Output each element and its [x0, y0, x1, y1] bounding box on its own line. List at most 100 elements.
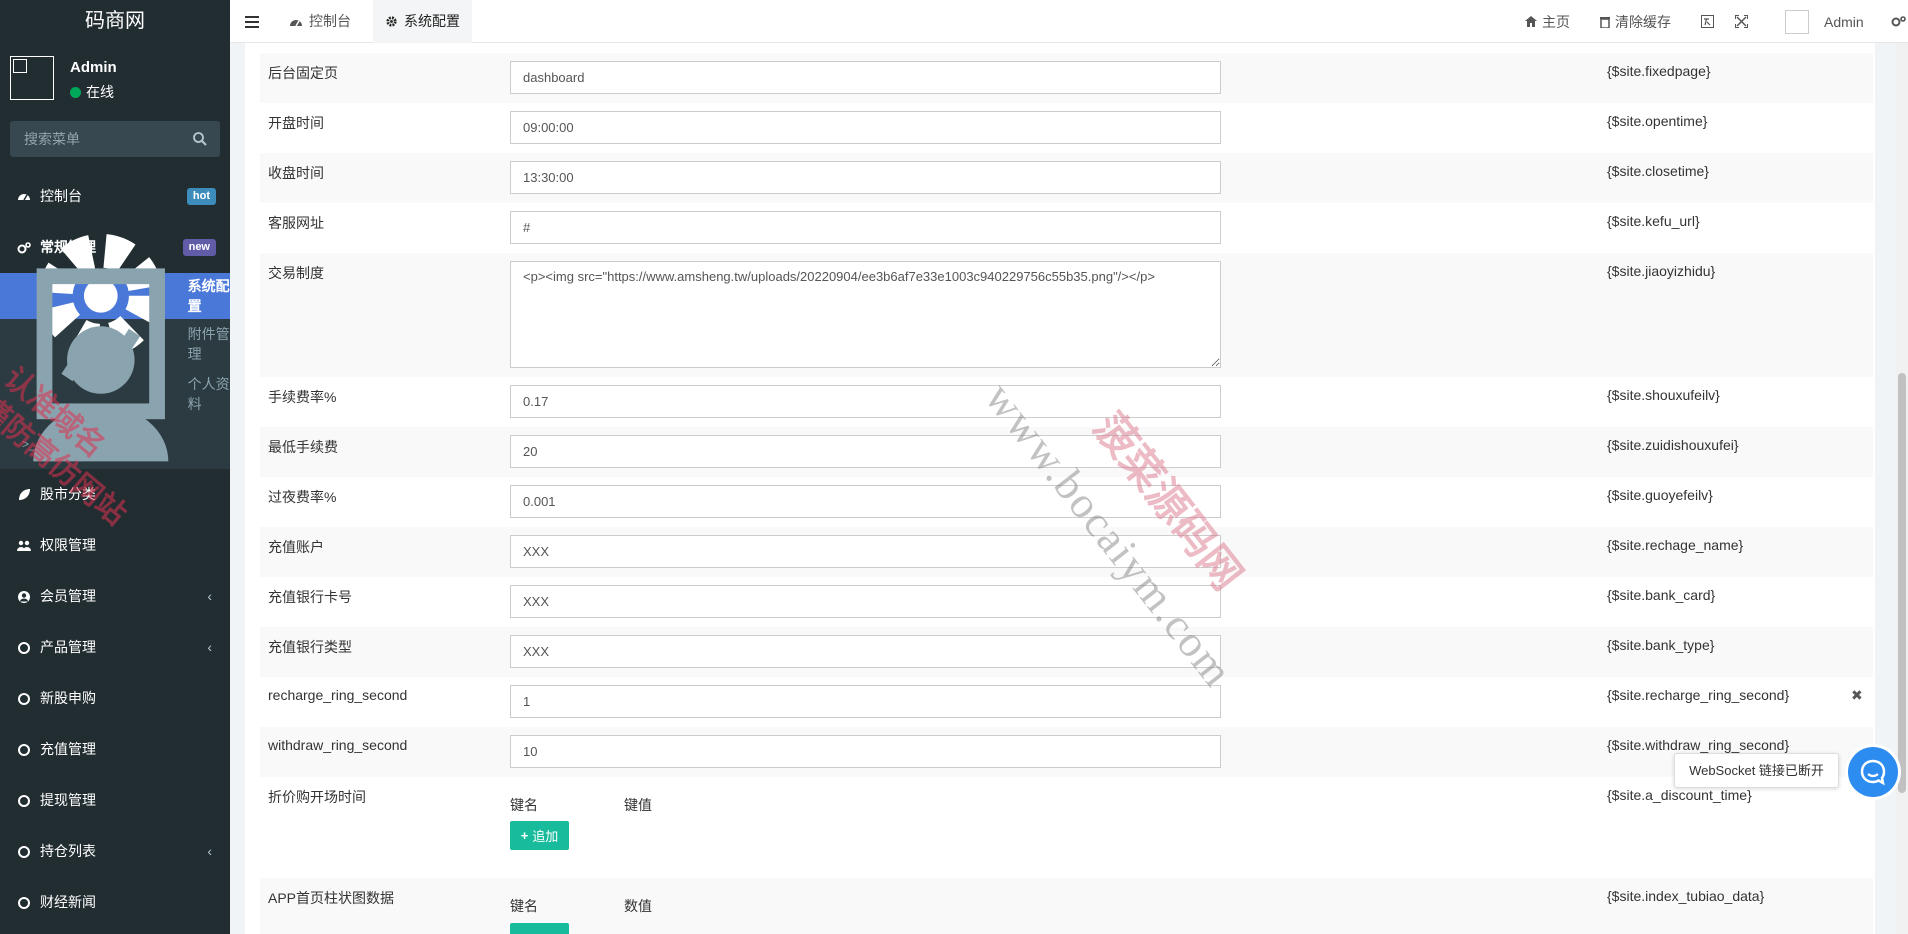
sidebar-item-label: 会员管理 — [40, 588, 96, 604]
sidebar-menu: 控制台 hot 常规管理 new 系统配置 附件管理 个人资料 >_ 在线命令管… — [0, 171, 230, 928]
terminal-icon: >_ — [22, 437, 36, 451]
sidebar-subitem-label: 个人资料 — [187, 376, 230, 412]
sidebar-item-profile[interactable]: 个人资料 — [0, 326, 230, 462]
bank-type-input[interactable] — [510, 635, 1221, 668]
config-table: 后台固定页 {$site.fixedpage} 开盘时间 {$site.open… — [260, 53, 1873, 934]
field-label: 客服网址 — [268, 215, 324, 231]
delete-icon[interactable]: ✖ — [1851, 687, 1863, 704]
field-key: {$site.guoyefeilv} — [1607, 487, 1713, 503]
sidebar-item-dashboard[interactable]: 控制台 hot — [0, 171, 230, 222]
field-label: 充值账户 — [268, 539, 324, 555]
chevron-left-icon: ‹ — [207, 843, 212, 859]
chat-button[interactable] — [1848, 747, 1898, 797]
menu-search — [10, 121, 220, 157]
add-button[interactable]: + 追加 — [510, 821, 569, 850]
avatar — [10, 56, 54, 100]
sidebar-item-withdraw[interactable]: 提现管理 — [0, 775, 230, 826]
shouxufeilv-input[interactable] — [510, 385, 1221, 418]
sidebar-item-permissions[interactable]: 权限管理 — [0, 520, 230, 571]
recharge-ring-second-input[interactable] — [510, 685, 1221, 718]
table-row: 收盘时间 {$site.closetime} — [260, 153, 1873, 203]
sidebar-item-positions[interactable]: 持仓列表 ‹ — [0, 826, 230, 877]
tab-dashboard[interactable]: 控制台 — [277, 0, 363, 43]
sidebar-item-ipo[interactable]: 新股申购 — [0, 673, 230, 724]
field-key: {$site.recharge_ring_second} — [1607, 687, 1790, 703]
top-header: 控制台 系统配置 主页 清除缓存 Admin — [230, 0, 1908, 43]
table-row: 交易制度 <p><img src="https://www.amsheng.tw… — [260, 253, 1873, 377]
field-label: 充值银行卡号 — [268, 589, 352, 605]
table-row: 后台固定页 {$site.fixedpage} — [260, 53, 1873, 103]
sidebar-toggle-button[interactable] — [230, 0, 274, 43]
field-key: {$site.rechage_name} — [1607, 537, 1744, 553]
field-key: {$site.opentime} — [1607, 113, 1708, 129]
home-link[interactable]: 主页 — [1525, 0, 1570, 43]
table-row: withdraw_ring_second {$site.withdraw_rin… — [260, 727, 1873, 777]
table-row: 开盘时间 {$site.opentime} — [260, 103, 1873, 153]
online-dot-icon — [70, 86, 81, 98]
jiaoyizhidu-textarea[interactable]: <p><img src="https://www.amsheng.tw/uplo… — [510, 261, 1221, 368]
field-label: 最低手续费 — [268, 439, 338, 455]
avatar — [1785, 9, 1809, 34]
opentime-input[interactable] — [510, 111, 1221, 144]
closetime-input[interactable] — [510, 161, 1221, 194]
sidebar-item-label: 新股申购 — [40, 690, 96, 706]
sidebar-item-members[interactable]: 会员管理 ‹ — [0, 571, 230, 622]
field-label: APP首页柱状图数据 — [268, 890, 395, 906]
tab-label: 系统配置 — [404, 13, 460, 29]
sidebar-item-recharge[interactable]: 充值管理 — [0, 724, 230, 775]
sidebar-item-general[interactable]: 常规管理 new — [0, 222, 230, 273]
add-button-label: 追加 — [532, 829, 559, 844]
sidebar: 码商网 Admin 在线 控制台 hot 常规管理 new 系统配置 — [0, 0, 230, 934]
user-circle-icon — [18, 590, 30, 603]
scrollbar-thumb[interactable] — [1898, 373, 1906, 793]
field-label: 充值银行类型 — [268, 639, 352, 655]
table-row: 客服网址 {$site.kefu_url} — [260, 203, 1873, 253]
sidebar-item-products[interactable]: 产品管理 ‹ — [0, 622, 230, 673]
circle-icon — [18, 794, 30, 807]
search-icon[interactable] — [192, 131, 208, 147]
circle-icon — [18, 641, 30, 654]
trash-icon — [1600, 16, 1610, 28]
field-key: {$site.fixedpage} — [1607, 63, 1711, 79]
scrollbar[interactable] — [1896, 43, 1908, 934]
clear-cache-button[interactable]: 清除缓存 — [1600, 0, 1671, 43]
field-key: {$site.index_tubiao_data} — [1607, 888, 1765, 904]
fixedpage-input[interactable] — [510, 61, 1221, 94]
table-row: 充值银行类型 {$site.bank_type} — [260, 627, 1873, 677]
add-button[interactable] — [510, 923, 569, 934]
cogs-icon — [17, 241, 31, 253]
fullscreen-button[interactable] — [1735, 0, 1748, 43]
language-button[interactable] — [1701, 0, 1714, 43]
sidebar-item-label: 权限管理 — [40, 537, 96, 553]
field-label: 折价购开场时间 — [268, 789, 366, 805]
table-row: APP首页柱状图数据 键名 数值 {$site.index_tubiao_dat… — [260, 878, 1873, 934]
tab-system-config[interactable]: 系统配置 — [373, 0, 472, 43]
user-status: 在线 — [70, 82, 114, 102]
rechage-name-input[interactable] — [510, 535, 1221, 568]
sidebar-item-stock-category[interactable]: 股市分类 — [0, 469, 230, 520]
table-row: 最低手续费 {$site.zuidishouxufei} — [260, 427, 1873, 477]
kefu-url-input[interactable] — [510, 211, 1221, 244]
websocket-toast: WebSocket 链接已断开 — [1674, 753, 1839, 788]
sidebar-subitem-label: 在线命令管理 — [43, 436, 128, 452]
group-icon — [17, 540, 31, 551]
guoyefeilv-input[interactable] — [510, 485, 1221, 518]
chat-bubble-icon — [1860, 759, 1886, 786]
sidebar-item-news[interactable]: 财经新闻 — [0, 877, 230, 928]
bank-card-input[interactable] — [510, 585, 1221, 618]
sidebar-item-label: 持仓列表 — [40, 843, 96, 859]
field-label: 手续费率% — [268, 389, 337, 405]
withdraw-ring-second-input[interactable] — [510, 735, 1221, 768]
app-logo[interactable]: 码商网 — [0, 0, 230, 43]
zuidishouxufei-input[interactable] — [510, 435, 1221, 468]
chevron-left-icon: ‹ — [207, 588, 212, 604]
sidebar-subitem-label: 系统配置 — [187, 278, 230, 314]
field-key: {$site.a_discount_time} — [1607, 787, 1752, 803]
sidebar-item-label: 股市分类 — [40, 486, 96, 502]
settings-button[interactable] — [1891, 0, 1906, 43]
field-key: {$site.closetime} — [1607, 163, 1709, 179]
menu-search-input[interactable] — [10, 121, 180, 157]
circle-icon — [18, 896, 30, 909]
user-menu[interactable]: Admin — [1785, 0, 1864, 43]
field-key: {$site.jiaoyizhidu} — [1607, 263, 1716, 279]
